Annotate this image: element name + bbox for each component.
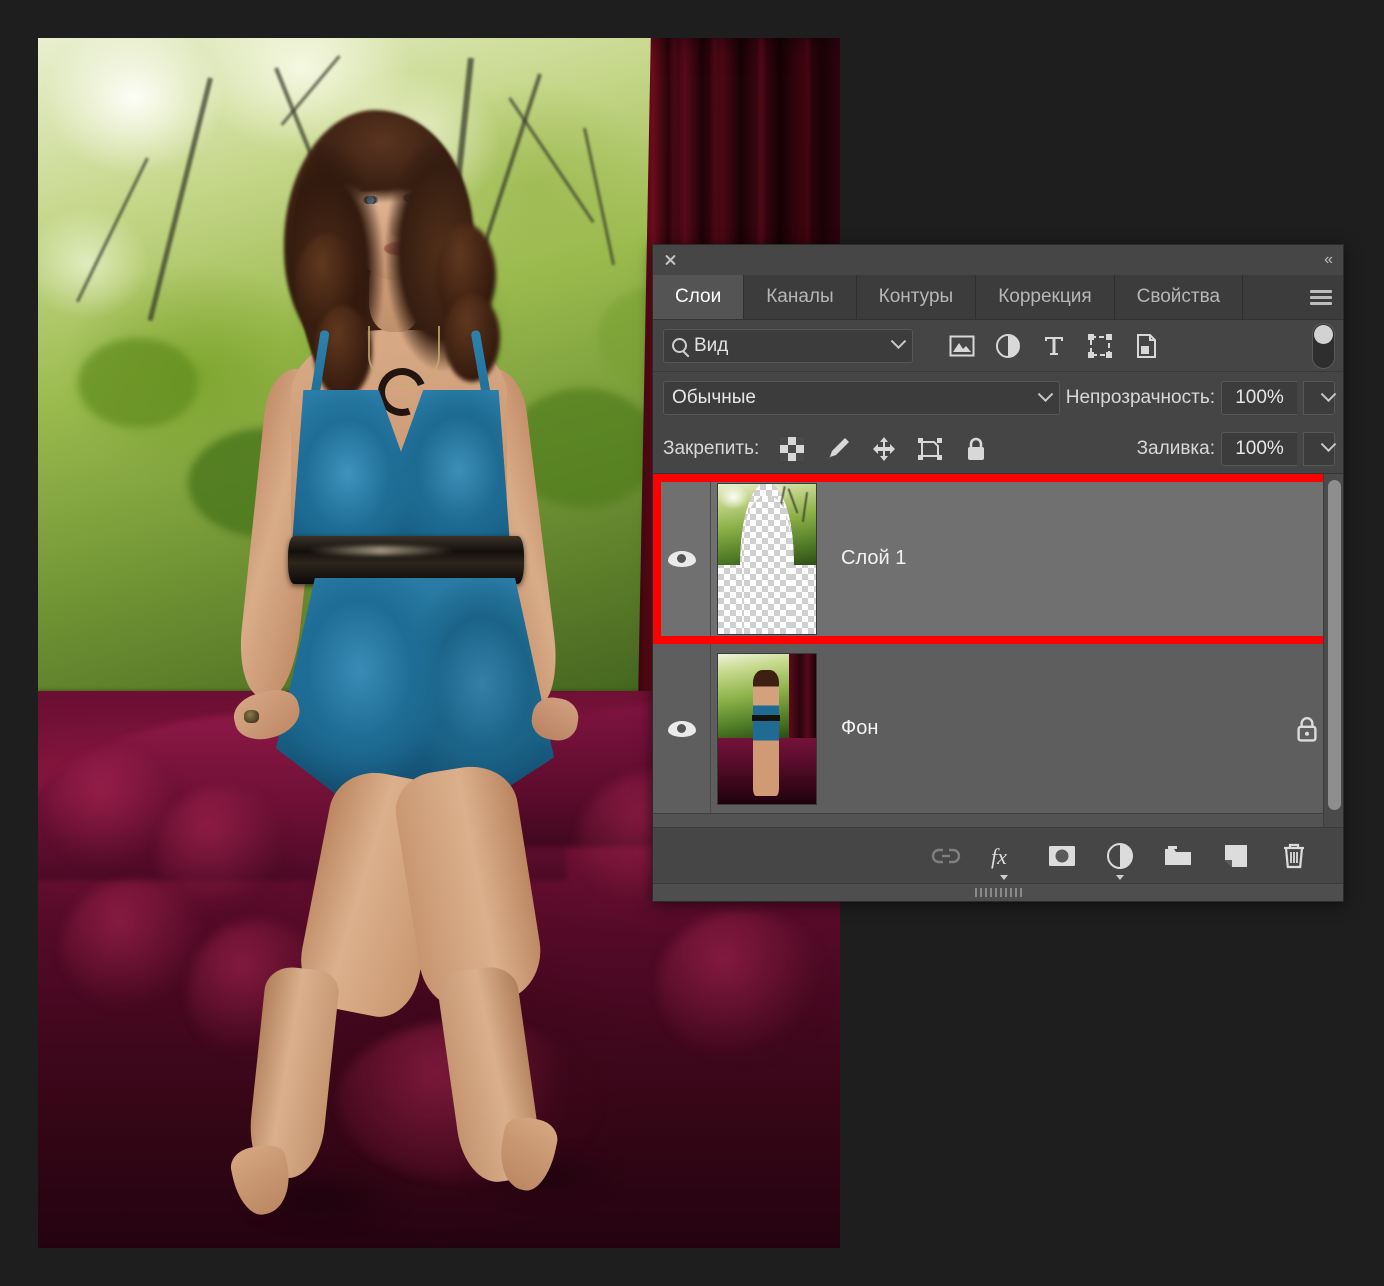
ring [244, 710, 259, 723]
lock-label: Закрепить: [663, 437, 760, 459]
layer-locked-badge [1295, 715, 1319, 743]
layer-list-scrollbar[interactable] [1323, 474, 1343, 827]
filter-kind-select[interactable]: Вид [663, 328, 913, 363]
dress-skirt [276, 578, 554, 808]
chevron-down-icon [1037, 385, 1054, 402]
foliage-blob [78, 338, 198, 428]
layer-style-fx-icon[interactable]: fx [989, 841, 1019, 880]
svg-text:fx: fx [991, 844, 1007, 869]
tab-bar-spacer [1243, 275, 1299, 319]
filter-icon-group [949, 333, 1159, 359]
blend-mode-value: Обычные [672, 387, 756, 408]
scrollbar-thumb[interactable] [1328, 480, 1341, 810]
lock-image-pixels-icon[interactable] [825, 436, 851, 462]
link-layers-icon[interactable] [931, 841, 961, 871]
layer-thumbnail-fon [717, 652, 817, 805]
shape-layer-filter-icon[interactable] [1087, 333, 1113, 359]
layer-thumbnail-sloy-1 [717, 482, 817, 635]
tab-label: Каналы [766, 286, 834, 307]
filter-enable-toggle[interactable] [1312, 322, 1335, 369]
filter-kind-value: Вид [694, 334, 729, 356]
lock-artboard-nesting-icon[interactable] [917, 436, 943, 462]
opacity-dropdown-button[interactable] [1303, 381, 1337, 415]
layer-thumbnail-cell[interactable] [711, 474, 823, 643]
tab-adjustments[interactable]: Коррекция [976, 275, 1115, 319]
chevron-down-icon [1320, 385, 1337, 402]
add-layer-mask-icon[interactable] [1047, 841, 1077, 871]
layers-panel[interactable]: « Слои Каналы Контуры Коррекция Свойства [652, 244, 1344, 902]
blend-mode-row: Обычные Непрозрачность: 100% [653, 372, 1343, 424]
lock-all-icon[interactable] [963, 436, 989, 462]
search-icon [672, 338, 687, 353]
layers-panel-toolbar: fx [653, 827, 1343, 883]
fill-dropdown-button[interactable] [1303, 431, 1337, 466]
chevron-down-icon [1320, 436, 1337, 453]
pixel-layer-filter-icon[interactable] [949, 333, 975, 359]
lock-transparent-pixels-icon[interactable] [779, 436, 805, 462]
tab-label: Контуры [878, 286, 954, 307]
panel-resize-grip[interactable] [653, 883, 1343, 901]
tab-properties[interactable]: Свойства [1114, 275, 1244, 319]
tab-layers[interactable]: Слои [653, 275, 745, 319]
delete-layer-trash-icon[interactable] [1279, 841, 1309, 871]
smart-object-filter-icon[interactable] [1133, 333, 1159, 359]
panel-tab-bar: Слои Каналы Контуры Коррекция Свойства [653, 275, 1343, 320]
new-adjustment-layer-icon[interactable] [1105, 841, 1135, 880]
lock-icon-group [779, 436, 989, 462]
tab-label: Слои [675, 286, 722, 307]
opacity-input[interactable]: 100% [1221, 381, 1297, 415]
layer-visibility-toggle[interactable] [653, 644, 711, 813]
layer-visibility-toggle[interactable] [653, 474, 711, 643]
layer-name-fon[interactable]: Фон [823, 717, 1295, 740]
tab-paths[interactable]: Контуры [856, 275, 977, 319]
eye-icon [667, 550, 696, 567]
new-layer-icon[interactable] [1221, 841, 1251, 871]
patent-belt [288, 536, 524, 584]
eye-icon [667, 720, 696, 737]
layer-name-sloy-1[interactable]: Слой 1 [823, 547, 1343, 570]
panel-titlebar: « [653, 245, 1343, 275]
lock-options-row: Закрепить: Заливка: 100% [653, 424, 1343, 474]
type-layer-filter-icon[interactable] [1041, 333, 1067, 359]
layer-row-fon[interactable]: Фон [653, 644, 1343, 814]
fill-input[interactable]: 100% [1221, 431, 1297, 466]
opacity-label: Непрозрачность: [1065, 387, 1215, 408]
hamburger-menu-icon [1310, 289, 1332, 305]
blend-mode-select[interactable]: Обычные [663, 381, 1060, 415]
chevron-down-icon [1000, 874, 1008, 880]
layer-list[interactable]: Слой 1 Фон [653, 474, 1343, 827]
tab-label: Коррекция [998, 286, 1092, 307]
panel-menu-button[interactable] [1299, 275, 1343, 319]
close-icon[interactable] [661, 251, 679, 269]
lock-position-icon[interactable] [871, 436, 897, 462]
collapse-panel-icon[interactable]: « [1324, 252, 1333, 268]
adjustment-layer-filter-icon[interactable] [995, 333, 1021, 359]
layer-row-sloy-1[interactable]: Слой 1 [653, 474, 1343, 644]
layer-filter-row: Вид [653, 320, 1343, 372]
tab-label: Свойства [1136, 286, 1221, 307]
grip-lines-icon [974, 888, 1022, 897]
layer-thumbnail-cell[interactable] [711, 644, 823, 813]
fill-label: Заливка: [1136, 437, 1215, 459]
screenshot-root: « Слои Каналы Контуры Коррекция Свойства [0, 0, 1384, 1286]
lock-icon [1297, 716, 1317, 742]
chevron-down-icon [1116, 874, 1124, 880]
tab-channels[interactable]: Каналы [744, 275, 857, 319]
new-group-folder-icon[interactable] [1163, 841, 1193, 871]
chevron-down-icon [890, 333, 907, 350]
